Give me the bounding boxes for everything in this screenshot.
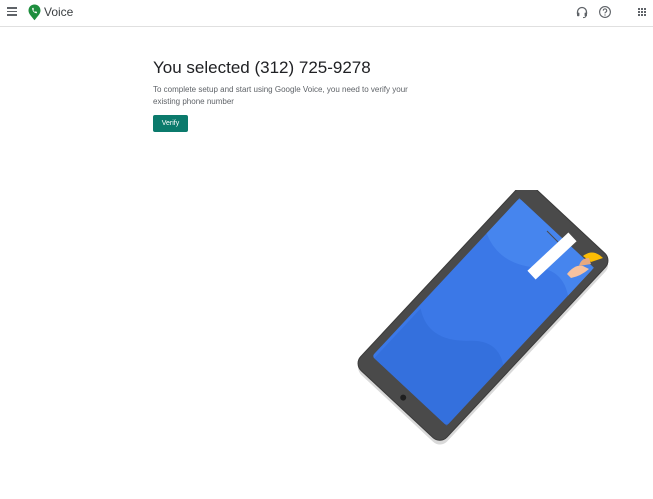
apps-grid-icon[interactable]	[635, 5, 649, 19]
voice-logo-icon[interactable]	[28, 4, 41, 21]
headset-icon[interactable]	[575, 5, 589, 19]
top-bar: Voice	[0, 0, 653, 27]
setup-description: To complete setup and start using Google…	[153, 85, 408, 106]
app-name[interactable]: Voice	[44, 4, 73, 20]
help-icon[interactable]	[598, 5, 612, 19]
verify-button[interactable]: Verify	[153, 115, 188, 132]
page-title: You selected (312) 725-9278	[153, 58, 371, 77]
menu-icon[interactable]	[7, 7, 17, 16]
phone-illustration	[357, 190, 609, 445]
